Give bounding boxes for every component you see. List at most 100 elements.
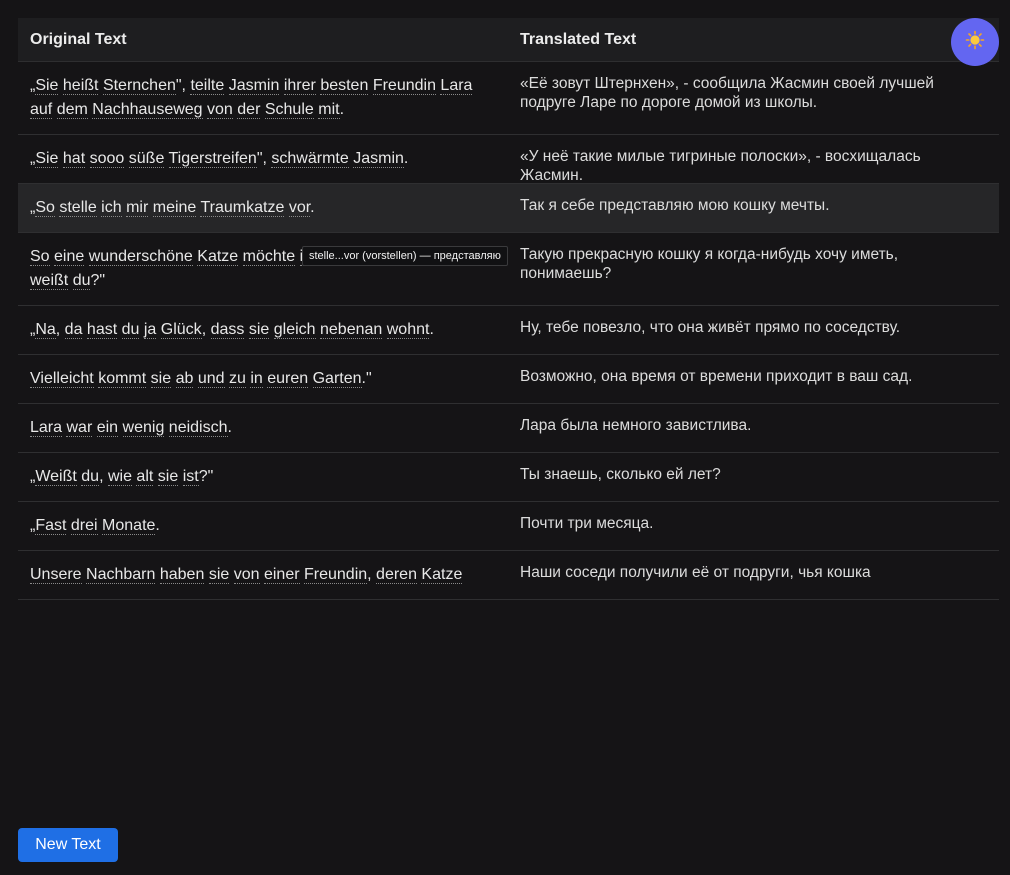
punctuation: , bbox=[201, 321, 211, 338]
word-token[interactable]: zu bbox=[228, 370, 246, 388]
word-token[interactable]: Sie bbox=[35, 77, 59, 95]
word-token[interactable]: deren bbox=[376, 566, 417, 584]
word-token[interactable]: euren bbox=[267, 370, 309, 388]
word-token[interactable]: Nachbarn bbox=[86, 566, 156, 584]
word-token[interactable]: war bbox=[66, 419, 93, 437]
word-token[interactable]: teilte bbox=[190, 77, 225, 95]
word-token[interactable]: Vielleicht bbox=[30, 370, 94, 388]
word-token[interactable]: sie bbox=[248, 321, 270, 339]
word-token[interactable]: mit bbox=[318, 101, 340, 119]
word-token[interactable]: ein bbox=[96, 419, 119, 437]
word-token[interactable]: Glück bbox=[160, 321, 202, 339]
word-token[interactable]: du bbox=[81, 468, 100, 486]
word-token[interactable]: von bbox=[233, 566, 260, 584]
word-token[interactable]: ab bbox=[175, 370, 194, 388]
word-token[interactable]: der bbox=[237, 101, 261, 119]
word-token[interactable]: ich bbox=[101, 199, 122, 217]
word-token[interactable]: wohnt bbox=[386, 321, 430, 339]
punctuation bbox=[118, 419, 122, 436]
word-token[interactable]: gleich bbox=[273, 321, 316, 339]
word-token[interactable]: eine bbox=[54, 248, 85, 266]
word-token[interactable]: wie bbox=[107, 468, 132, 486]
word-token[interactable]: einer bbox=[263, 566, 300, 584]
word-token[interactable]: Sie bbox=[35, 150, 59, 168]
word-token[interactable]: haben bbox=[159, 566, 205, 584]
word-token[interactable]: wenig bbox=[122, 419, 165, 437]
word-token[interactable]: sie bbox=[157, 468, 179, 486]
punctuation: ?" bbox=[90, 272, 106, 289]
word-token[interactable]: hast bbox=[86, 321, 118, 339]
word-token[interactable]: Jasmin bbox=[353, 150, 404, 168]
word-token[interactable]: möchte bbox=[242, 248, 296, 266]
word-token[interactable]: ihrer bbox=[283, 77, 316, 95]
word-token[interactable]: vor bbox=[288, 199, 311, 217]
translated-text-cell: «Её зовут Штернхен», - сообщила Жасмин с… bbox=[520, 75, 934, 111]
translated-text-cell: Лара была немного завистлива. bbox=[520, 417, 752, 434]
word-token[interactable]: du bbox=[121, 321, 140, 339]
word-token[interactable]: Unsere bbox=[30, 566, 82, 584]
word-token[interactable]: Na bbox=[35, 321, 56, 339]
word-token[interactable]: in bbox=[250, 370, 263, 388]
word-token[interactable]: Lara bbox=[440, 77, 473, 95]
word-token[interactable]: ja bbox=[143, 321, 157, 339]
word-token[interactable]: Monate bbox=[102, 517, 156, 535]
word-token[interactable]: wunderschöne bbox=[88, 248, 193, 266]
original-text-cell: „Sie hat sooo süße Tigerstreifen", schwä… bbox=[18, 135, 508, 183]
word-token[interactable]: Katze bbox=[421, 566, 463, 584]
word-token[interactable]: sie bbox=[208, 566, 230, 584]
word-token[interactable]: Traumkatze bbox=[200, 199, 285, 217]
word-token[interactable]: So bbox=[30, 248, 50, 266]
word-token[interactable]: auf bbox=[30, 101, 53, 119]
word-token[interactable]: Jasmin bbox=[228, 77, 280, 95]
table-row: „Sie hat sooo süße Tigerstreifen", schwä… bbox=[18, 135, 999, 184]
word-token[interactable]: drei bbox=[70, 517, 98, 535]
word-token[interactable]: dass bbox=[210, 321, 245, 339]
word-token[interactable]: sie bbox=[150, 370, 172, 388]
word-token[interactable]: Garten bbox=[312, 370, 362, 388]
word-token[interactable]: neidisch bbox=[168, 419, 228, 437]
word-token[interactable]: meine bbox=[152, 199, 197, 217]
word-token[interactable]: du bbox=[72, 272, 91, 290]
translated-text-cell: Так я себе представляю мою кошку мечты. bbox=[520, 197, 830, 214]
word-token[interactable]: weißt bbox=[30, 272, 69, 290]
word-token[interactable]: besten bbox=[320, 77, 369, 95]
word-token[interactable]: Freundin bbox=[372, 77, 436, 95]
translated-text-cell: Ну, тебе повезло, что она живёт прямо по… bbox=[520, 319, 901, 336]
word-token[interactable]: mir bbox=[126, 199, 149, 217]
punctuation: . bbox=[155, 517, 160, 534]
word-token[interactable]: Freundin bbox=[304, 566, 368, 584]
table-row: Unsere Nachbarn haben sie von einer Freu… bbox=[18, 551, 999, 600]
new-text-button[interactable]: New Text bbox=[18, 828, 118, 862]
punctuation: , bbox=[55, 321, 65, 338]
translated-text-cell: Ты знаешь, сколько ей лет? bbox=[520, 466, 721, 483]
word-token[interactable]: Katze bbox=[197, 248, 239, 266]
word-token[interactable]: schwärmte bbox=[271, 150, 349, 168]
theme-toggle-button[interactable] bbox=[951, 18, 999, 66]
word-token[interactable]: Lara bbox=[30, 419, 63, 437]
word-token[interactable]: Tigerstreifen bbox=[168, 150, 257, 168]
word-token[interactable]: stelle bbox=[59, 199, 97, 217]
punctuation bbox=[85, 150, 89, 167]
word-token[interactable]: Sternchen bbox=[102, 77, 176, 95]
translated-text-cell: Возможно, она время от времени приходит … bbox=[520, 368, 913, 385]
word-token[interactable]: alt bbox=[136, 468, 154, 486]
word-token[interactable]: Fast bbox=[35, 517, 67, 535]
word-token[interactable]: sooo bbox=[89, 150, 125, 168]
word-token[interactable]: süße bbox=[128, 150, 165, 168]
word-token[interactable]: heißt bbox=[62, 77, 99, 95]
word-translation-tooltip: stelle...vor (vorstellen) — представляю bbox=[302, 246, 508, 266]
original-text-cell: „So stelle ich mir meine Traumkatze vor. bbox=[18, 184, 508, 232]
word-token[interactable]: von bbox=[207, 101, 233, 119]
word-token[interactable]: da bbox=[64, 321, 83, 339]
word-token[interactable]: dem bbox=[56, 101, 88, 119]
table-row: „Na, da hast du ja Glück, dass sie gleic… bbox=[18, 306, 999, 355]
word-token[interactable]: ist bbox=[182, 468, 199, 486]
word-token[interactable]: nebenan bbox=[320, 321, 383, 339]
word-token[interactable]: und bbox=[197, 370, 225, 388]
word-token[interactable]: Schule bbox=[264, 101, 314, 119]
word-token[interactable]: kommt bbox=[98, 370, 147, 388]
word-token[interactable]: Nachhauseweg bbox=[92, 101, 203, 119]
word-token[interactable]: So bbox=[35, 199, 55, 217]
word-token[interactable]: hat bbox=[62, 150, 86, 168]
word-token[interactable]: Weißt bbox=[35, 468, 77, 486]
